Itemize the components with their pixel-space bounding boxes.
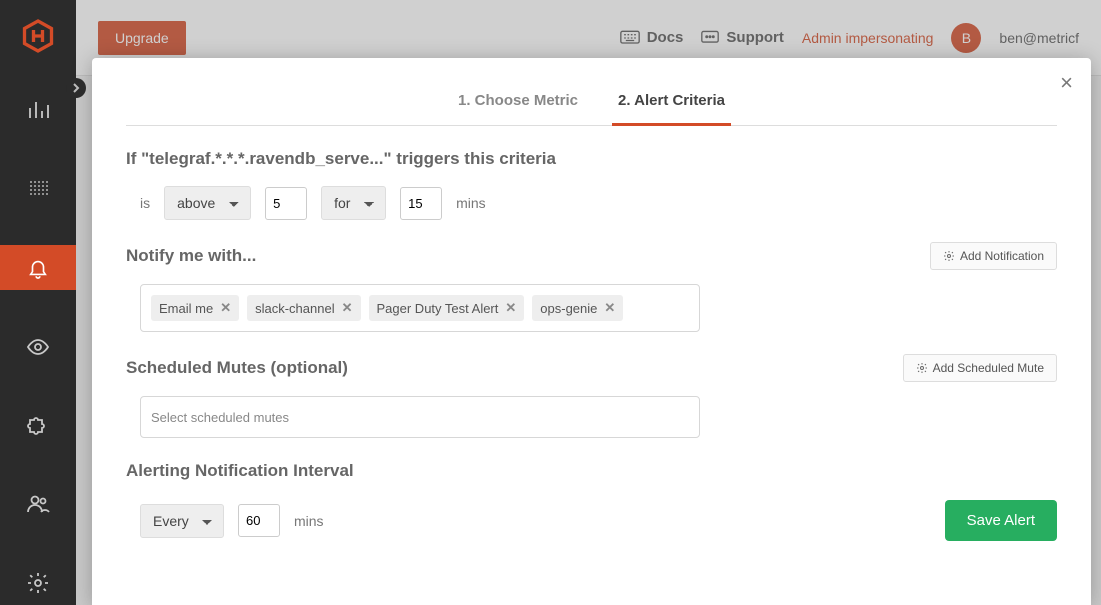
gear-small-icon xyxy=(943,250,955,262)
left-nav-rail xyxy=(0,0,76,605)
eye-icon xyxy=(26,335,50,359)
remove-tag-icon[interactable]: ✕ xyxy=(342,300,353,316)
notification-tag-label: slack-channel xyxy=(255,301,335,316)
remove-tag-icon[interactable]: ✕ xyxy=(220,300,231,316)
interval-mins-label: mins xyxy=(294,513,324,529)
interval-heading: Alerting Notification Interval xyxy=(126,460,1057,482)
notification-tag: Email me ✕ xyxy=(151,295,239,321)
duration-mode-select[interactable]: for xyxy=(321,186,386,220)
remove-tag-icon[interactable]: ✕ xyxy=(505,300,516,316)
users-icon xyxy=(26,492,50,516)
interval-mode-select[interactable]: Every xyxy=(140,504,224,538)
puzzle-icon xyxy=(26,413,50,437)
add-notification-label: Add Notification xyxy=(960,249,1044,263)
is-label: is xyxy=(140,195,150,211)
nav-metrics[interactable] xyxy=(0,167,76,212)
notification-tag-label: Email me xyxy=(159,301,213,316)
nav-integrations[interactable] xyxy=(0,403,76,448)
nav-users[interactable] xyxy=(0,482,76,527)
alert-modal: × 1. Choose Metric 2. Alert Criteria If … xyxy=(92,58,1091,605)
gear-icon xyxy=(26,571,50,595)
mutes-input[interactable]: Select scheduled mutes xyxy=(140,396,700,438)
notification-tag-label: Pager Duty Test Alert xyxy=(377,301,499,316)
add-mute-label: Add Scheduled Mute xyxy=(933,361,1044,375)
remove-tag-icon[interactable]: ✕ xyxy=(604,300,615,316)
nav-monitoring[interactable] xyxy=(0,324,76,369)
nav-dashboards[interactable] xyxy=(0,88,76,133)
mutes-placeholder: Select scheduled mutes xyxy=(151,410,289,425)
tab-choose-metric[interactable]: 1. Choose Metric xyxy=(452,82,584,125)
notification-tag: ops-genie ✕ xyxy=(532,295,623,321)
notify-heading: Notify me with... xyxy=(126,245,256,267)
comparator-select[interactable]: above xyxy=(164,186,251,220)
close-button[interactable]: × xyxy=(1060,72,1073,94)
sliders-icon xyxy=(26,177,50,201)
notifications-input[interactable]: Email me ✕ slack-channel ✕ Pager Duty Test… xyxy=(140,284,700,332)
add-scheduled-mute-button[interactable]: Add Scheduled Mute xyxy=(903,354,1057,382)
interval-input[interactable] xyxy=(238,504,280,537)
expand-rail-button[interactable] xyxy=(66,78,86,98)
mins-label: mins xyxy=(456,195,486,211)
nav-alerts[interactable] xyxy=(0,245,76,290)
add-notification-button[interactable]: Add Notification xyxy=(930,242,1057,270)
bell-icon xyxy=(26,256,50,280)
threshold-input[interactable] xyxy=(265,187,307,220)
nav-settings[interactable] xyxy=(0,560,76,605)
gear-small-icon xyxy=(916,362,928,374)
bar-chart-icon xyxy=(26,98,50,122)
notification-tag-label: ops-genie xyxy=(540,301,597,316)
duration-input[interactable] xyxy=(400,187,442,220)
tab-alert-criteria[interactable]: 2. Alert Criteria xyxy=(612,82,731,126)
notification-tag: Pager Duty Test Alert ✕ xyxy=(369,295,525,321)
modal-tabs: 1. Choose Metric 2. Alert Criteria xyxy=(126,82,1057,126)
mutes-heading: Scheduled Mutes (optional) xyxy=(126,357,348,379)
criteria-heading: If "telegraf.*.*.*.ravendb_serve..." tri… xyxy=(126,148,1057,170)
notification-tag: slack-channel ✕ xyxy=(247,295,360,321)
brand-logo-icon xyxy=(20,18,56,54)
save-alert-button[interactable]: Save Alert xyxy=(945,500,1057,541)
